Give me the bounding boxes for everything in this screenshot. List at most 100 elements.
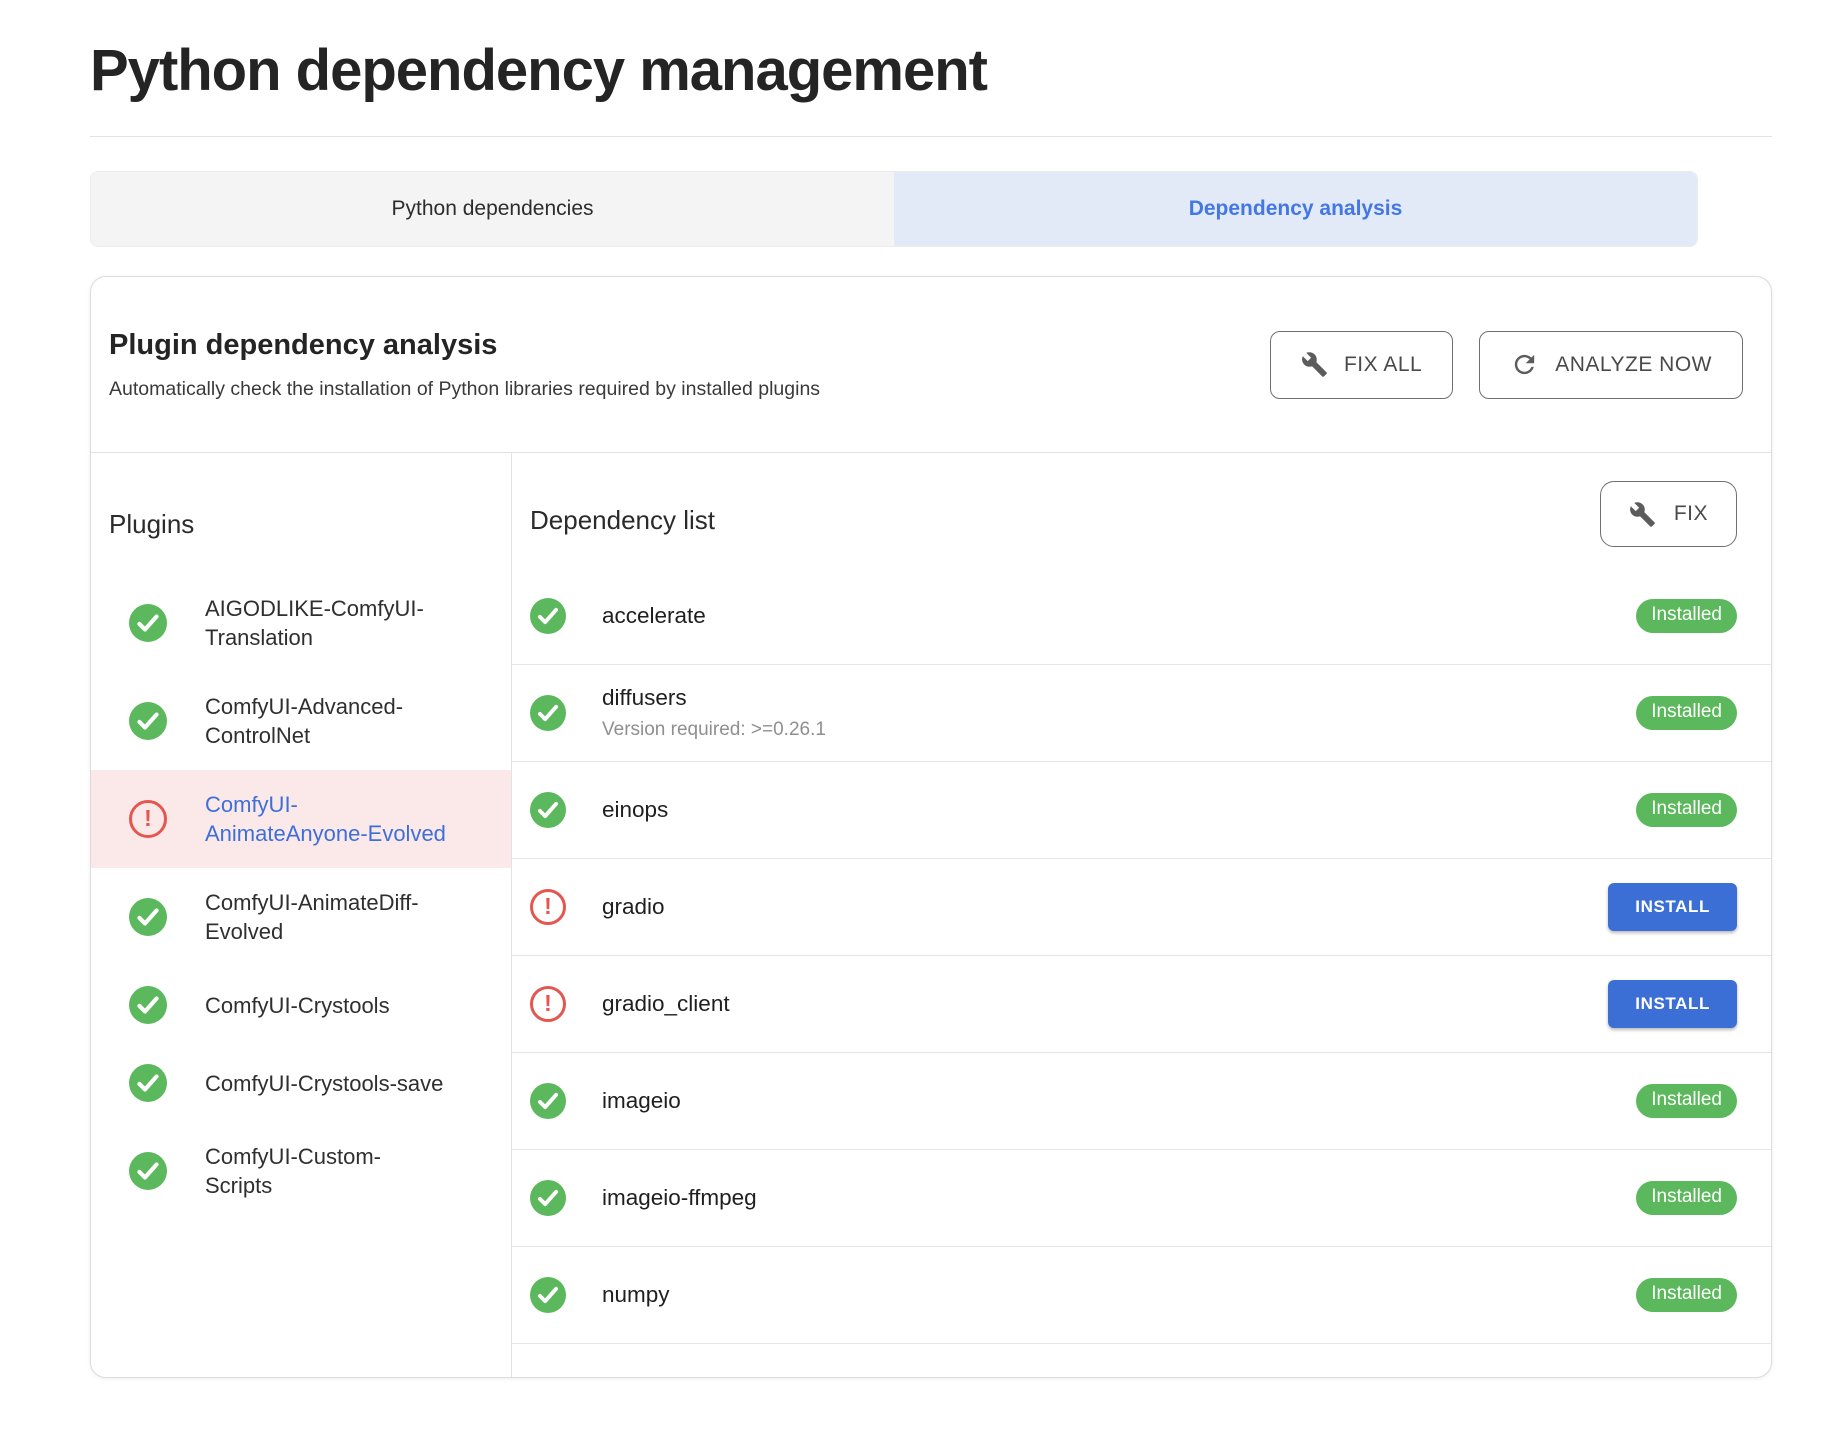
dependency-row: ! accelerate Installed INSTALL — [512, 567, 1771, 664]
installed-badge: Installed — [1636, 1084, 1737, 1118]
check-circle-icon — [129, 1152, 167, 1190]
dependency-info: diffusers Version required: >=0.26.1 — [602, 685, 826, 741]
dependency-status: Installed INSTALL — [1636, 1278, 1737, 1312]
plugin-item[interactable]: ! ComfyUI-Advanced-ControlNet — [91, 672, 511, 770]
dependency-status: Installed INSTALL — [1636, 599, 1737, 633]
check-circle-icon — [530, 792, 566, 828]
card-body: Plugins ! AIGODLIKE-ComfyUI-Translation … — [91, 452, 1771, 1377]
installed-badge: Installed — [1636, 696, 1737, 730]
dependency-row: ! gradio Installed INSTALL — [512, 858, 1771, 955]
plugin-item[interactable]: ! ComfyUI-Crystools-save — [91, 1044, 511, 1122]
title-divider — [90, 136, 1772, 137]
plugin-item[interactable]: ! ComfyUI-AnimateAnyone-Evolved — [91, 770, 511, 868]
plugin-item[interactable]: ! ComfyUI-Custom-Scripts — [91, 1122, 511, 1220]
analyze-now-button[interactable]: ANALYZE NOW — [1479, 331, 1743, 399]
dependency-row: ! numpy Installed INSTALL — [512, 1246, 1771, 1343]
plugin-name: ComfyUI-Crystools-save — [205, 1069, 447, 1098]
plugins-heading: Plugins — [91, 453, 511, 540]
tab-label: Python dependencies — [392, 197, 594, 221]
check-circle-icon — [530, 1083, 566, 1119]
dependency-name: gradio — [602, 894, 665, 920]
page: Python dependency management Python depe… — [0, 0, 1824, 1378]
analyze-now-label: ANALYZE NOW — [1555, 353, 1712, 377]
card-title: Plugin dependency analysis — [109, 329, 820, 362]
dependency-name: imageio — [602, 1088, 681, 1114]
fix-all-button[interactable]: FIX ALL — [1270, 331, 1453, 399]
check-circle-icon — [530, 1180, 566, 1216]
fix-label: FIX — [1674, 502, 1708, 526]
fix-all-label: FIX ALL — [1344, 353, 1422, 377]
dependency-name: numpy — [602, 1282, 670, 1308]
dependency-info: accelerate — [602, 603, 706, 629]
error-circle-icon: ! — [530, 986, 566, 1022]
page-title: Python dependency management — [90, 38, 1772, 104]
dependency-status: Installed INSTALL — [1608, 883, 1737, 931]
dependency-status: Installed INSTALL — [1636, 793, 1737, 827]
card-header: Plugin dependency analysis Automatically… — [91, 277, 1771, 452]
installed-badge: Installed — [1636, 793, 1737, 827]
dependency-list: ! accelerate Installed INSTALL ! diffuse… — [512, 567, 1771, 1343]
card-subtitle: Automatically check the installation of … — [109, 378, 820, 401]
dependency-status: Installed INSTALL — [1636, 1084, 1737, 1118]
header-buttons: FIX ALL ANALYZE NOW — [1270, 331, 1743, 399]
error-circle-icon: ! — [530, 889, 566, 925]
dependency-row: ! imageio Installed INSTALL — [512, 1052, 1771, 1149]
install-button[interactable]: INSTALL — [1608, 883, 1737, 931]
dependency-panel: Dependency list FIX ! accelerate Install… — [512, 453, 1771, 1377]
dependency-name: einops — [602, 797, 668, 823]
check-circle-icon — [129, 604, 167, 642]
dependency-name: diffusers — [602, 685, 826, 711]
plugin-item[interactable]: ! AIGODLIKE-ComfyUI-Translation — [91, 574, 511, 672]
plugin-name: ComfyUI-Crystools — [205, 991, 447, 1020]
dependency-list-heading: Dependency list — [530, 505, 715, 536]
dependency-row: ! diffusers Version required: >=0.26.1 I… — [512, 664, 1771, 761]
dependency-header: Dependency list FIX — [512, 453, 1771, 553]
check-circle-icon — [129, 898, 167, 936]
dependency-info: gradio_client — [602, 991, 730, 1017]
dependency-row: ! imageio-ffmpeg Installed INSTALL — [512, 1149, 1771, 1246]
dependency-status: Installed INSTALL — [1636, 696, 1737, 730]
plugins-panel: Plugins ! AIGODLIKE-ComfyUI-Translation … — [91, 453, 512, 1377]
tab-dependency-analysis[interactable]: Dependency analysis — [894, 172, 1697, 246]
installed-badge: Installed — [1636, 1278, 1737, 1312]
plugins-list: ! AIGODLIKE-ComfyUI-Translation ! ComfyU… — [91, 574, 511, 1220]
dependency-info: gradio — [602, 894, 665, 920]
install-button[interactable]: INSTALL — [1608, 980, 1737, 1028]
dependency-name: accelerate — [602, 603, 706, 629]
dependency-name: imageio-ffmpeg — [602, 1185, 757, 1211]
plugin-name: AIGODLIKE-ComfyUI-Translation — [205, 594, 447, 652]
refresh-icon — [1510, 350, 1539, 379]
dependency-analysis-card: Plugin dependency analysis Automatically… — [90, 276, 1772, 1378]
card-header-titles: Plugin dependency analysis Automatically… — [109, 329, 820, 401]
dependency-version-note: Version required: >=0.26.1 — [602, 719, 826, 741]
installed-badge: Installed — [1636, 599, 1737, 633]
dependency-row: ! gradio_client Installed INSTALL — [512, 955, 1771, 1052]
dependency-status: Installed INSTALL — [1636, 1181, 1737, 1215]
wrench-icon — [1629, 501, 1656, 528]
tab-python-dependencies[interactable]: Python dependencies — [91, 172, 894, 246]
error-circle-icon: ! — [129, 800, 167, 838]
check-circle-icon — [530, 598, 566, 634]
plugin-name: ComfyUI-Advanced-ControlNet — [205, 692, 447, 750]
check-circle-icon — [129, 986, 167, 1024]
dependency-info: imageio — [602, 1088, 681, 1114]
plugin-item[interactable]: ! ComfyUI-Crystools — [91, 966, 511, 1044]
tab-bar: Python dependencies Dependency analysis — [90, 171, 1698, 247]
tab-label: Dependency analysis — [1189, 197, 1403, 221]
dependency-row: ! einops Installed INSTALL — [512, 761, 1771, 858]
wrench-icon — [1301, 351, 1328, 378]
plugin-item[interactable]: ! ComfyUI-AnimateDiff-Evolved — [91, 868, 511, 966]
dependency-name: gradio_client — [602, 991, 730, 1017]
fix-button[interactable]: FIX — [1600, 481, 1737, 547]
dependency-info: imageio-ffmpeg — [602, 1185, 757, 1211]
check-circle-icon — [129, 1064, 167, 1102]
check-circle-icon — [530, 695, 566, 731]
plugin-name: ComfyUI-AnimateDiff-Evolved — [205, 888, 447, 946]
dependency-status: Installed INSTALL — [1608, 980, 1737, 1028]
installed-badge: Installed — [1636, 1181, 1737, 1215]
plugin-name: ComfyUI-Custom-Scripts — [205, 1142, 447, 1200]
plugin-name: ComfyUI-AnimateAnyone-Evolved — [205, 790, 447, 848]
check-circle-icon — [129, 702, 167, 740]
dependency-info: einops — [602, 797, 668, 823]
dependency-info: numpy — [602, 1282, 670, 1308]
